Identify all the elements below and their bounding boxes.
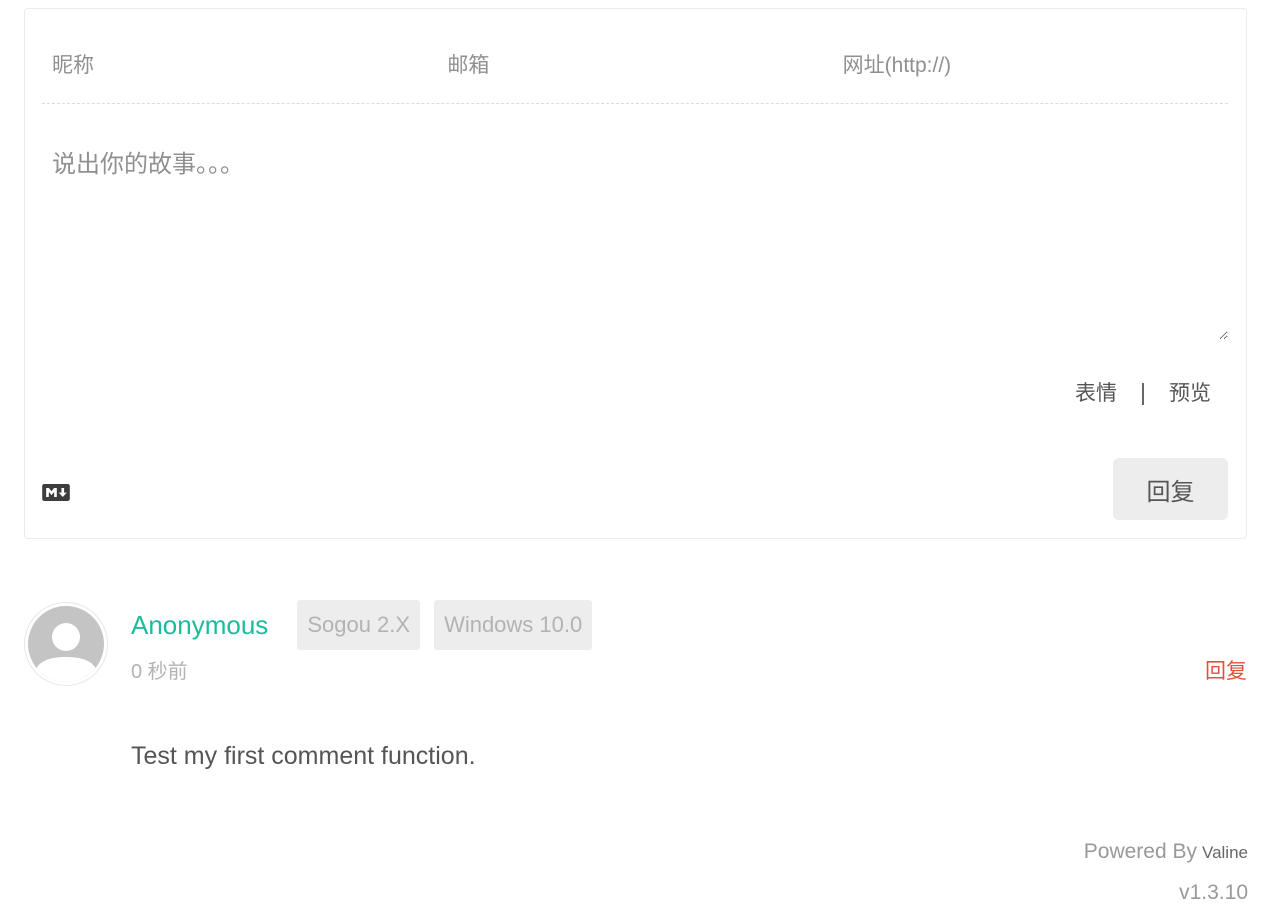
editor-controls: 表情 预览 (1075, 380, 1211, 408)
markdown-icon[interactable] (42, 484, 70, 501)
default-avatar-icon (24, 602, 108, 686)
markdown-icon-graphic (42, 484, 70, 501)
comment-author: Anonymous (131, 609, 269, 640)
comment-time: 0 秒前 (131, 661, 188, 683)
comment-form: 表情 预览 回复 (24, 8, 1247, 539)
powered-by: Powered By Valine (1084, 838, 1248, 867)
preview-toggle[interactable]: 预览 (1169, 380, 1211, 408)
valine-link[interactable]: Valine (1202, 843, 1248, 862)
controls-divider (1142, 383, 1144, 405)
email-input[interactable] (437, 36, 833, 96)
comment-header: Anonymous Sogou 2.X Windows 10.0 (131, 600, 606, 650)
website-input[interactable] (832, 36, 1228, 96)
comment-content: Test my first comment function. (131, 742, 476, 770)
version-label: v1.3.10 (1179, 881, 1248, 904)
comment-reply-link[interactable]: 回复 (1205, 659, 1247, 685)
browser-badge: Sogou 2.X (297, 600, 421, 650)
emoji-toggle[interactable]: 表情 (1075, 380, 1117, 408)
os-badge: Windows 10.0 (434, 600, 593, 650)
comment-form-header (42, 36, 1228, 104)
avatar (24, 602, 108, 686)
page: 表情 预览 回复 Anonymous Sogou 2.X Windows 10. (0, 0, 1263, 908)
reply-submit-button[interactable]: 回复 (1113, 458, 1228, 520)
nickname-input[interactable] (42, 36, 438, 96)
powered-by-label: Powered By (1083, 840, 1197, 863)
comment-textarea[interactable] (42, 140, 1228, 340)
